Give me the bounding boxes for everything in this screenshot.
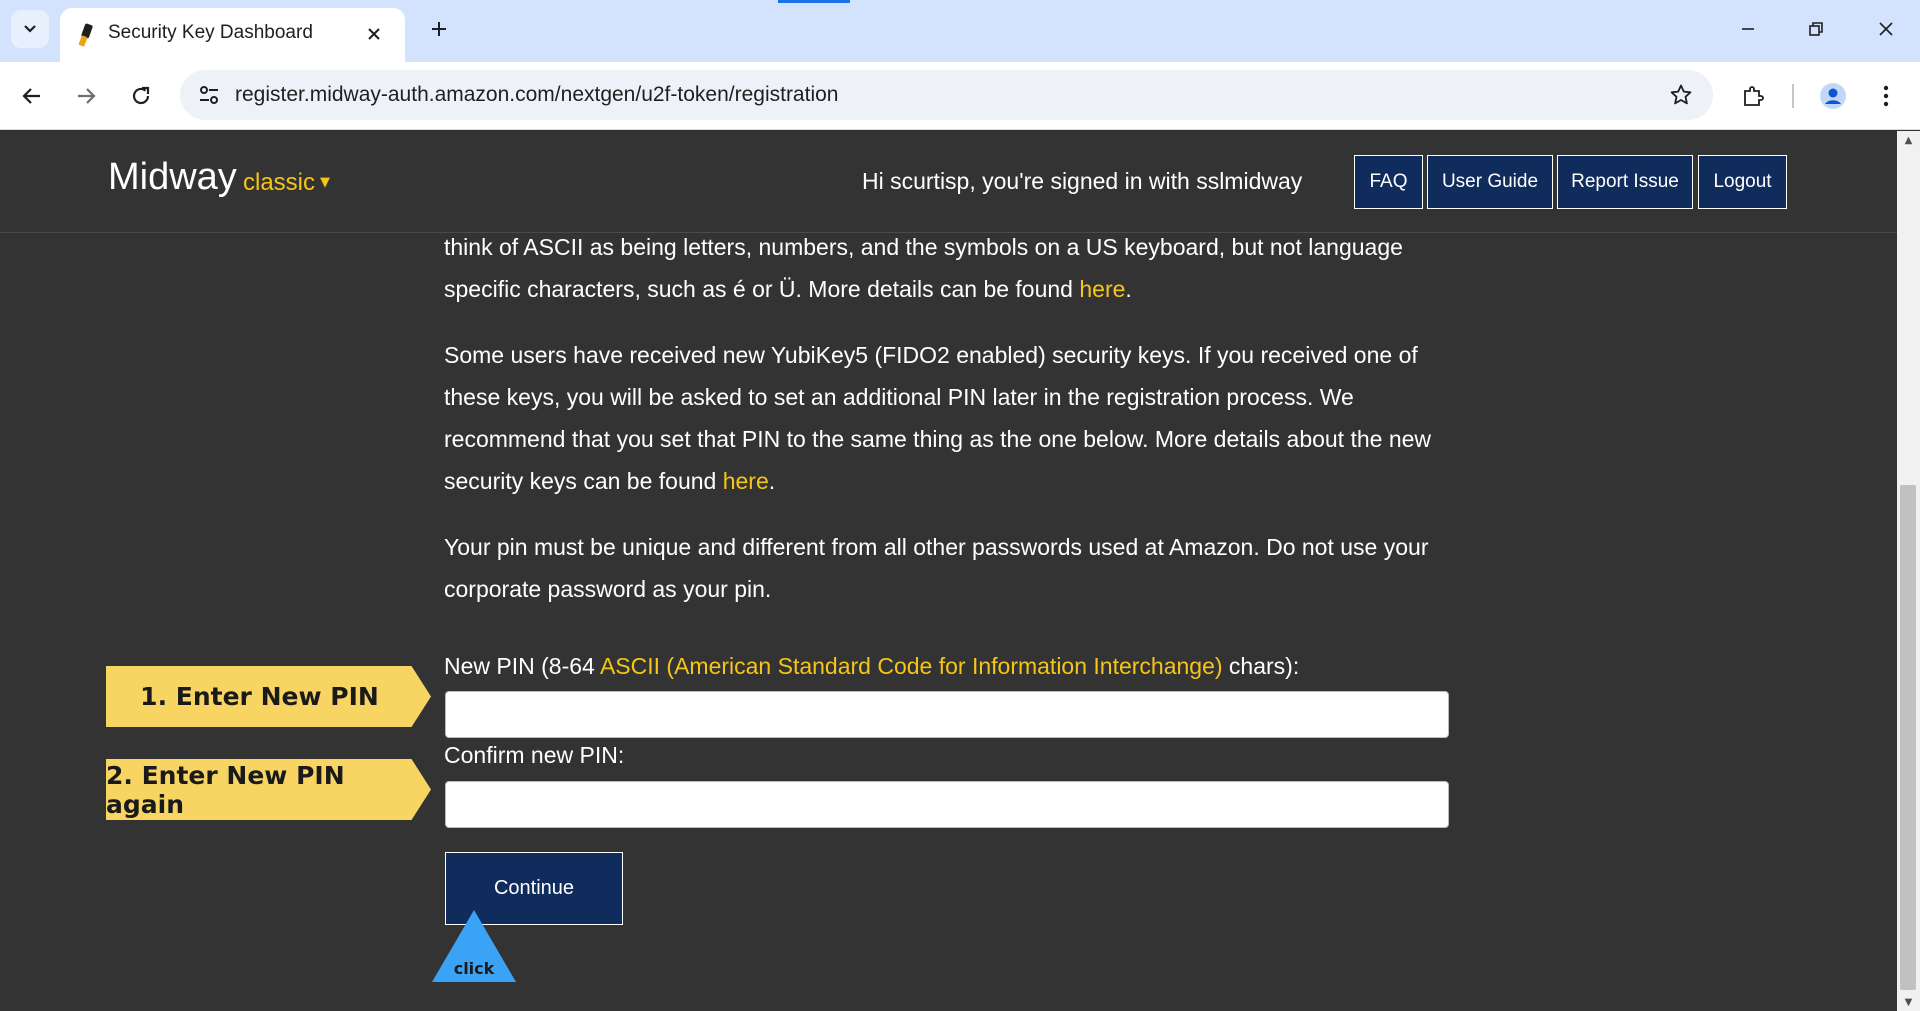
new-pin-label: New PIN (8-64 ASCII (American Standard C… <box>444 651 1299 681</box>
scroll-down-arrow-icon[interactable]: ▼ <box>1897 993 1920 1011</box>
forward-button[interactable] <box>68 78 104 114</box>
pin-unique-paragraph: Your pin must be unique and different fr… <box>444 534 1429 602</box>
avatar-icon <box>1820 83 1846 109</box>
star-icon <box>1670 84 1692 105</box>
midway-logo[interactable]: Midway <box>108 155 237 199</box>
new-tab-button[interactable] <box>424 14 454 44</box>
tab-close-button[interactable] <box>361 21 387 47</box>
browser-tab-strip: Security Key Dashboard <box>0 0 1920 62</box>
url-text[interactable]: register.midway-auth.amazon.com/nextgen/… <box>235 82 838 108</box>
close-icon <box>1879 22 1893 36</box>
signed-in-greeting: Hi scurtisp, you're signed in with sslmi… <box>862 168 1303 194</box>
tab-loading-indicator <box>778 0 850 3</box>
security-key-favicon-icon <box>78 23 93 47</box>
minimize-icon <box>1742 28 1754 30</box>
restore-icon <box>1809 22 1823 36</box>
new-pin-input[interactable] <box>445 691 1449 738</box>
close-icon <box>368 28 380 40</box>
ascii-paragraph-end: . <box>1125 276 1132 302</box>
tab-search-button[interactable] <box>11 10 49 48</box>
instructions: think of ASCII as being letters, numbers… <box>444 226 1454 634</box>
address-bar[interactable]: register.midway-auth.amazon.com/nextgen/… <box>180 70 1713 120</box>
reload-icon <box>132 86 150 105</box>
new-pin-label-start: New PIN (8-64 <box>444 653 600 679</box>
minimize-button[interactable] <box>1724 12 1772 46</box>
ascii-details-link[interactable]: here <box>1079 276 1125 302</box>
click-annotation-label: click <box>453 959 495 978</box>
plus-icon <box>432 22 446 36</box>
ascii-paragraph: think of ASCII as being letters, numbers… <box>444 226 1454 310</box>
scrollbar-thumb[interactable] <box>1900 485 1916 990</box>
tab-title: Security Key Dashboard <box>108 22 313 43</box>
tune-icon <box>200 86 218 104</box>
restore-button[interactable] <box>1792 12 1840 46</box>
caret-down-icon[interactable]: ▼ <box>320 175 330 190</box>
window-close-button[interactable] <box>1862 12 1910 46</box>
faq-button[interactable]: FAQ <box>1354 155 1423 209</box>
vertical-scrollbar[interactable]: ▲ ▼ <box>1897 131 1920 1011</box>
menu-button[interactable] <box>1868 78 1904 114</box>
logout-button[interactable]: Logout <box>1698 155 1787 209</box>
arrow-left-icon <box>22 88 40 104</box>
ascii-paragraph-text: think of ASCII as being letters, numbers… <box>444 234 1403 302</box>
security-keys-link[interactable]: here <box>723 468 769 494</box>
report-issue-button[interactable]: Report Issue <box>1557 155 1693 209</box>
page-viewport: Midway classic ▼ Hi scurtisp, you're sig… <box>0 131 1897 1011</box>
site-info-button[interactable] <box>194 81 224 109</box>
browser-tab[interactable]: Security Key Dashboard <box>60 8 405 62</box>
scroll-up-arrow-icon[interactable]: ▲ <box>1897 131 1920 149</box>
profile-button[interactable] <box>1815 78 1851 114</box>
yubikey-paragraph-end: . <box>768 468 776 494</box>
step-2-callout: 2. Enter New PIN again <box>106 759 431 820</box>
browser-toolbar: register.midway-auth.amazon.com/nextgen/… <box>0 62 1920 130</box>
extensions-button[interactable] <box>1735 78 1771 114</box>
toolbar-separator <box>1792 84 1794 108</box>
step-1-callout: 1. Enter New PIN <box>106 666 431 727</box>
puzzle-icon <box>1744 86 1764 106</box>
ascii-definition-link[interactable]: ASCII (American Standard Code for Inform… <box>600 653 1223 679</box>
bookmark-button[interactable] <box>1667 81 1695 109</box>
theme-selector[interactable]: classic <box>243 168 315 198</box>
yubikey-paragraph-text: Some users have received new YubiKey5 (F… <box>444 342 1432 494</box>
back-button[interactable] <box>14 78 50 114</box>
confirm-pin-label: Confirm new PIN: <box>444 742 625 768</box>
more-vertical-icon <box>1883 85 1889 107</box>
user-guide-button[interactable]: User Guide <box>1427 155 1553 209</box>
new-pin-label-end: chars): <box>1222 653 1300 679</box>
chevron-down-icon <box>24 25 36 33</box>
reload-button[interactable] <box>123 78 159 114</box>
yubikey-paragraph: Some users have received new YubiKey5 (F… <box>444 334 1454 502</box>
confirm-pin-input[interactable] <box>445 781 1449 828</box>
site-header: Midway classic ▼ Hi scurtisp, you're sig… <box>0 131 1897 233</box>
arrow-right-icon <box>78 88 96 104</box>
